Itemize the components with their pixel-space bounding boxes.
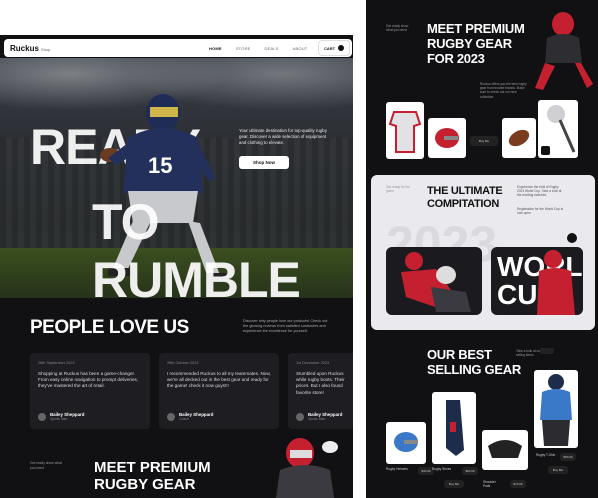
nav-link-store[interactable]: STORE <box>236 46 251 51</box>
shop-now-button[interactable]: Shop Now <box>239 156 289 169</box>
product-card[interactable] <box>482 430 528 470</box>
testimonial-card: 26th October 2023 I recommended Ruckus t… <box>159 353 279 429</box>
buy-button[interactable]: Buy Me <box>470 136 498 146</box>
helmet-image <box>394 432 418 452</box>
compilation-title-line2: COMPITATION <box>427 198 500 210</box>
buy-button[interactable]: Buy Me <box>444 480 464 488</box>
compilation-title-line1: THE ULTIMATE <box>427 185 503 197</box>
top-navbar: Ruckus Shop HOME STORE DEALS ABOUT BLOG <box>4 39 352 57</box>
jersey-image <box>388 111 422 153</box>
helmet-image <box>435 128 459 148</box>
meet-right-line1: MEET PREMIUM <box>427 21 525 36</box>
meet-title: MEET PREMIUM RUGBY GEAR <box>94 459 211 493</box>
meet-title-line1: MEET PREMIUM <box>94 459 211 476</box>
shoe-image <box>446 400 464 456</box>
nav-link-deals[interactable]: DEALS <box>265 46 279 51</box>
avatar <box>167 412 175 421</box>
meet-right-line3: FOR 2023 <box>427 51 485 66</box>
svg-text:15: 15 <box>148 153 172 178</box>
product-name: Rugby Helmets <box>386 467 408 471</box>
rugby-player-image <box>540 374 572 446</box>
author-role: Sports Man <box>308 417 326 421</box>
shoulder-pads-image <box>488 440 522 458</box>
product-card[interactable] <box>386 102 424 159</box>
testimonial-author: Bailey Sheppard Sports Man <box>38 412 84 421</box>
product-card[interactable] <box>538 100 578 158</box>
cart-icon <box>338 45 345 51</box>
brand-logo[interactable]: Ruckus <box>10 44 39 53</box>
rugby-player-image <box>535 12 593 90</box>
testimonial-text: Shopping at Ruckus has been a game-chang… <box>38 371 139 389</box>
product-price: $50.00 <box>560 453 576 461</box>
cart-button[interactable]: CART <box>318 40 350 56</box>
product-card[interactable] <box>534 370 578 448</box>
compilation-desc: Experience the thrill of Rugby 2023 Worl… <box>517 185 562 198</box>
rugby-player-image <box>537 250 575 315</box>
hero-description: Your ultimate destination for top-qualit… <box>239 128 327 145</box>
testimonial-author: Bailey Sheppard Sports Man <box>296 412 342 421</box>
cart-label: CART <box>323 45 336 51</box>
testimonial-date: 26th October 2023 <box>167 361 199 365</box>
meet-title-line2: RUGBY GEAR <box>94 476 196 493</box>
testimonials-description: Discover why people love our products! C… <box>243 319 328 333</box>
compilation-section: 2023 Get ready for the game THE ULTIMATE… <box>371 175 595 330</box>
meet-right-small: Get ready show what you need <box>386 24 409 33</box>
testimonial-author: Bailey Sheppard Coach <box>167 412 213 421</box>
screenshot-canvas: Ruckus Shop HOME STORE DEALS ABOUT BLOG … <box>0 0 598 498</box>
compilation-title: THE ULTIMATE COMPITATION <box>427 185 503 211</box>
rugby-players-image <box>401 252 471 312</box>
view-all-pill[interactable] <box>540 348 554 354</box>
nav-links: HOME STORE DEALS ABOUT BLOG <box>209 39 333 57</box>
testimonial-date: 26th September 2023 <box>38 361 75 365</box>
author-role: Coach <box>179 417 189 421</box>
meet-right-line2: RUGBY GEAR <box>427 36 512 51</box>
testimonial-card: 1st December 2023 Stumbled upon Ruckus w… <box>288 353 353 429</box>
product-price: $70.00 <box>510 480 526 488</box>
meet-small-text: Get ready show what you need <box>30 461 62 470</box>
compilation-desc2: Registration for the World Cup is now op… <box>517 207 564 216</box>
best-title-line2: SELLING GEAR <box>427 362 521 377</box>
brand-sub: Shop <box>40 46 51 52</box>
arrow-icon[interactable] <box>567 233 577 243</box>
product-card[interactable] <box>502 118 536 158</box>
testimonials-title: PEOPLE LOVE US <box>30 317 189 338</box>
meet-right-desc: Ruckus offers you the best rugby gear fr… <box>480 82 527 99</box>
avatar <box>296 412 304 421</box>
meet-right-title: MEET PREMIUM RUGBY GEAR FOR 2023 <box>427 21 525 66</box>
nav-link-about[interactable]: ABOUT <box>293 46 308 51</box>
avatar <box>38 412 46 421</box>
best-title-line1: OUR BEST <box>427 347 492 362</box>
product-card[interactable] <box>432 392 476 464</box>
worldcup-card: WORLD CUP <box>491 247 583 315</box>
author-role: Sports Man <box>50 417 68 421</box>
nav-link-home[interactable]: HOME <box>209 46 222 51</box>
product-card[interactable] <box>428 118 466 158</box>
best-title: OUR BEST SELLING GEAR <box>427 347 521 377</box>
arrow-icon[interactable] <box>541 146 550 155</box>
testimonial-card: 26th September 2023 Shopping at Ruckus h… <box>30 353 150 429</box>
hero-section: READY 15 TO RUMBLE Your ultimate destina… <box>0 58 353 298</box>
product-name: Rugby Shoes <box>432 467 452 471</box>
compilation-small: Get ready for the game <box>386 185 410 194</box>
hero-title-line2: TO RUMBLE <box>92 194 301 298</box>
product-name: Shoulder Pads <box>483 480 496 489</box>
product-name: Rugby T-Shirt <box>536 453 556 457</box>
product-price: $90.00 <box>462 467 478 475</box>
product-card[interactable] <box>386 422 426 464</box>
ball-image <box>508 129 530 147</box>
testimonial-text: I recommended Ruckus to all my teammates… <box>167 371 271 389</box>
buy-button[interactable]: Buy Me <box>548 466 568 474</box>
testimonial-date: 1st December 2023 <box>296 361 330 365</box>
match-image-card <box>386 247 482 315</box>
testimonial-text: Stumbled upon Ruckus while rugby boots. … <box>296 371 345 395</box>
rugby-player-image <box>276 438 338 498</box>
